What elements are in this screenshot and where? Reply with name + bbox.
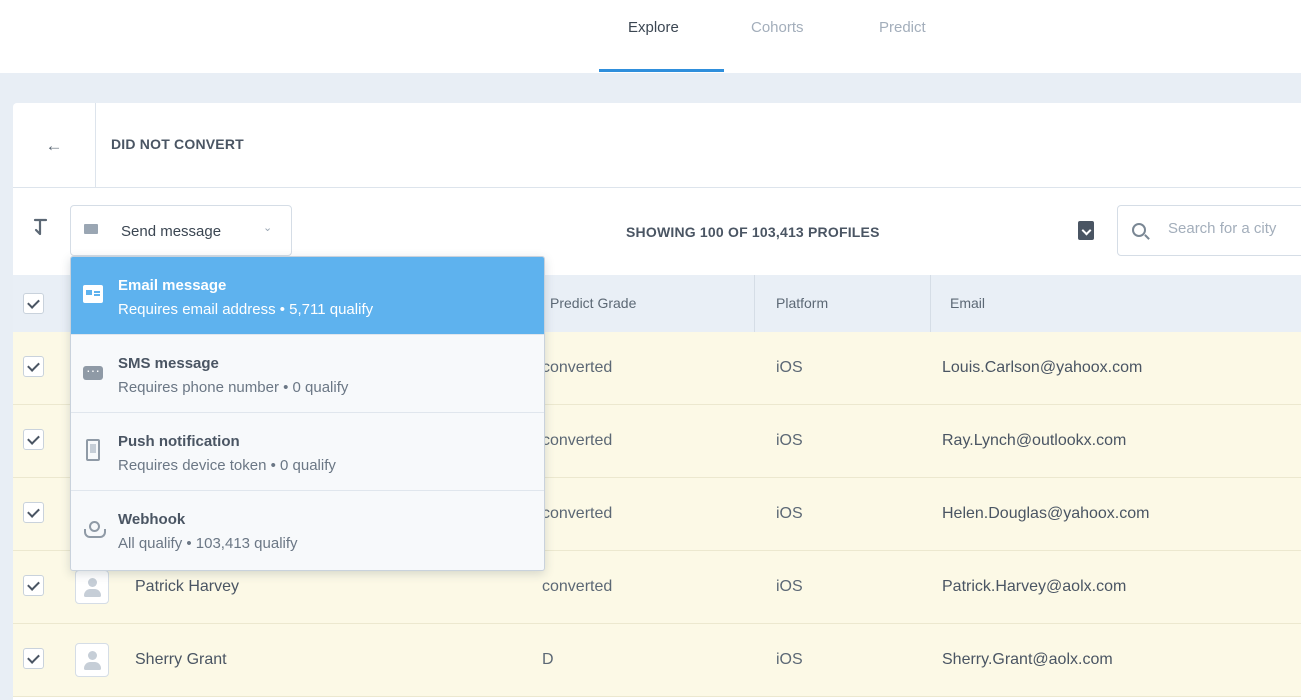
predict-grade-cell: D — [542, 651, 554, 668]
row-checkbox[interactable] — [23, 648, 44, 669]
send-message-button[interactable]: Send message ⌄ — [70, 205, 292, 256]
webhook-icon — [83, 519, 106, 538]
menu-item-subtitle: Requires phone number • 0 qualify — [118, 379, 349, 396]
avatar — [75, 643, 109, 677]
back-button[interactable]: ← — [13, 103, 96, 188]
platform-cell: iOS — [776, 432, 803, 449]
menu-item-subtitle: Requires device token • 0 qualify — [118, 457, 336, 474]
search-input[interactable] — [1168, 220, 1301, 237]
column-divider — [754, 275, 755, 332]
column-divider — [930, 275, 931, 332]
page-title: DID NOT CONVERT — [111, 136, 244, 152]
send-message-dropdown: Email message Requires email address • 5… — [70, 256, 545, 571]
email-cell: Ray.Lynch@outlookx.com — [942, 432, 1127, 449]
email-cell: Sherry.Grant@aolx.com — [942, 651, 1113, 668]
platform-cell: iOS — [776, 359, 803, 376]
row-checkbox[interactable] — [23, 429, 44, 450]
platform-cell: iOS — [776, 578, 803, 595]
column-email[interactable]: Email — [950, 295, 985, 311]
export-icon[interactable] — [1078, 221, 1094, 240]
avatar — [75, 570, 109, 604]
table-row[interactable]: Sherry Grant D iOS Sherry.Grant@aolx.com — [13, 624, 1301, 697]
chevron-down-icon: ⌄ — [263, 222, 273, 234]
column-predict-grade[interactable]: Predict Grade — [550, 295, 636, 311]
email-icon — [83, 285, 103, 303]
email-cell: Helen.Douglas@yahoox.com — [942, 505, 1150, 522]
top-navigation: Explore Cohorts Predict — [0, 0, 1301, 73]
column-platform[interactable]: Platform — [776, 295, 828, 311]
row-checkbox[interactable] — [23, 575, 44, 596]
arrow-left-icon: ← — [45, 135, 63, 155]
search-icon — [1132, 223, 1146, 237]
panel-header: ← DID NOT CONVERT — [13, 103, 1301, 188]
row-checkbox[interactable] — [23, 356, 44, 377]
menu-item-push-notification[interactable]: Push notification Requires device token … — [71, 413, 544, 491]
predict-grade-cell: converted — [542, 359, 613, 376]
send-message-label: Send message — [121, 223, 222, 240]
platform-cell: iOS — [776, 505, 803, 522]
predict-grade-cell: converted — [542, 578, 613, 595]
push-icon — [86, 439, 100, 461]
email-cell: Patrick.Harvey@aolx.com — [942, 578, 1127, 595]
select-all-checkbox[interactable] — [23, 293, 44, 314]
menu-item-email-message[interactable]: Email message Requires email address • 5… — [71, 257, 544, 335]
menu-item-title: Push notification — [118, 433, 240, 450]
sms-icon — [83, 362, 103, 380]
tab-cohorts[interactable]: Cohorts — [751, 19, 804, 36]
predict-grade-cell: converted — [542, 505, 613, 522]
tab-explore[interactable]: Explore — [628, 19, 679, 36]
platform-cell: iOS — [776, 651, 803, 668]
predict-grade-cell: converted — [542, 432, 613, 449]
menu-item-title: Email message — [118, 277, 227, 294]
profile-name[interactable]: Sherry Grant — [135, 651, 227, 669]
active-tab-indicator — [599, 69, 724, 72]
envelope-icon — [84, 224, 98, 234]
menu-item-subtitle: Requires email address • 5,711 qualify — [118, 301, 374, 318]
email-cell: Louis.Carlson@yahoox.com — [942, 359, 1143, 376]
menu-item-title: SMS message — [118, 355, 219, 372]
row-checkbox[interactable] — [23, 502, 44, 523]
tab-predict[interactable]: Predict — [879, 19, 926, 36]
menu-item-sms-message[interactable]: SMS message Requires phone number • 0 qu… — [71, 335, 544, 413]
showing-count: SHOWING 100 OF 103,413 PROFILES — [626, 224, 880, 240]
menu-item-webhook[interactable]: Webhook All qualify • 103,413 qualify — [71, 491, 544, 569]
sort-icon[interactable] — [31, 217, 51, 237]
search-field[interactable] — [1117, 205, 1301, 256]
menu-item-subtitle: All qualify • 103,413 qualify — [118, 535, 298, 552]
profile-name[interactable]: Patrick Harvey — [135, 578, 239, 596]
menu-item-title: Webhook — [118, 511, 186, 528]
